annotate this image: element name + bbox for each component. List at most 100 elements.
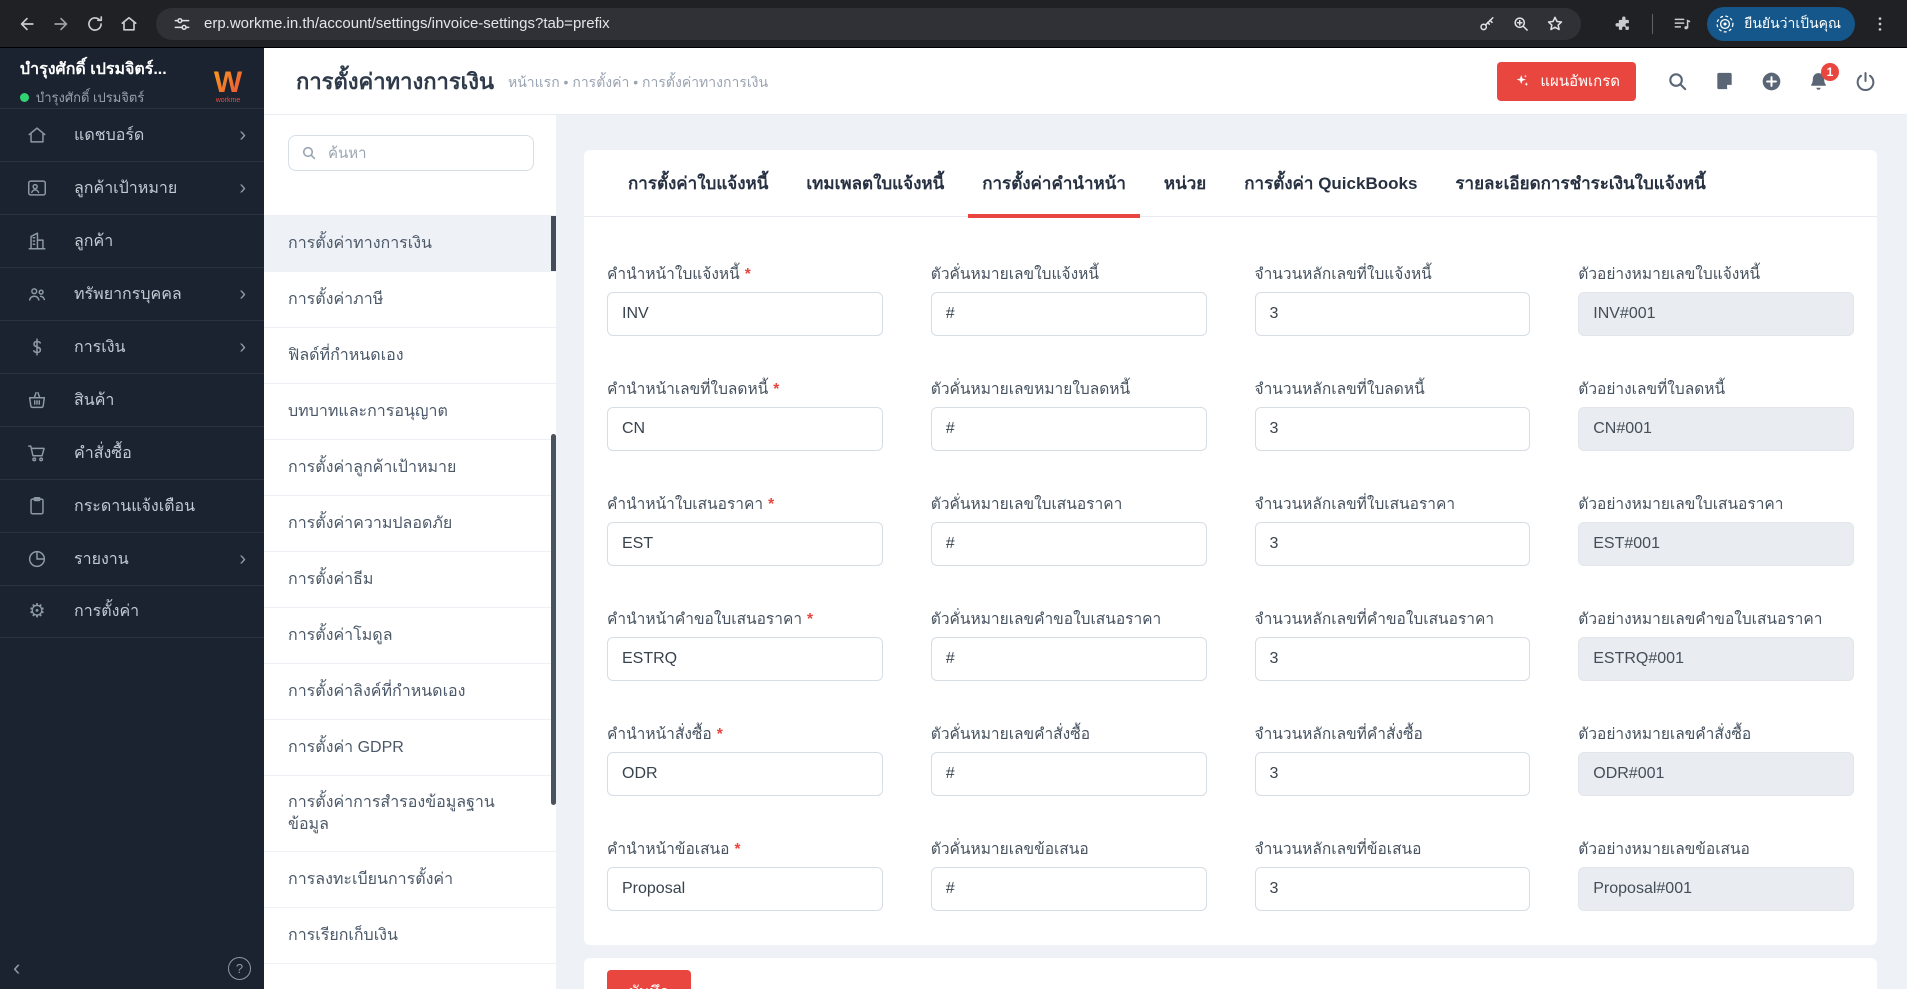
tab[interactable]: การตั้งค่าใบแจ้งหนี้ — [614, 150, 782, 217]
sidebar-item-10[interactable]: ⚙ การตั้งค่า — [0, 585, 264, 638]
field-label: ตัวคั่นหมายเลขข้อเสนอ — [930, 841, 1089, 858]
settings-menu-item[interactable]: การตั้งค่าโมดูล — [264, 608, 556, 664]
sidebar-item-8[interactable]: กระดานแจ้งเตือน — [0, 479, 264, 532]
settings-menu-item[interactable]: บทบาทและการอนุญาต — [264, 384, 556, 440]
settings-menu-item[interactable]: การตั้งค่าลิงค์ที่กำหนดเอง — [264, 664, 556, 720]
sidebar-item-6[interactable]: สินค้า — [0, 373, 264, 426]
url-bar[interactable]: erp.workme.in.th/account/settings/invoic… — [156, 7, 1581, 40]
prefix-input[interactable] — [607, 637, 883, 681]
field-label: จำนวนหลักเลขที่ใบแจ้งหนี้ — [1254, 266, 1432, 283]
example-field — [1578, 867, 1854, 911]
search-icon[interactable] — [1666, 70, 1689, 93]
sidebar-item-9[interactable]: รายงาน › — [0, 532, 264, 585]
settings-menu-item[interactable]: การตั้งค่า GDPR — [264, 720, 556, 776]
sidebar-item-5[interactable]: การเงิน › — [0, 320, 264, 373]
digits-input[interactable] — [1254, 522, 1531, 566]
separator-input[interactable] — [930, 637, 1207, 681]
prefix-input[interactable] — [607, 522, 883, 566]
separator-input[interactable] — [930, 407, 1207, 451]
user-block[interactable]: บำรุงศักดิ์ เปรมจิตร์... บำรุงศักดิ์ เปร… — [0, 48, 264, 108]
upgrade-plan-button[interactable]: แผนอัพเกรด — [1497, 61, 1636, 101]
digits-input[interactable] — [1254, 292, 1531, 336]
back-icon[interactable] — [10, 7, 44, 41]
collapse-sidebar-icon[interactable]: ‹ — [13, 957, 20, 979]
save-button[interactable]: บันทึก — [607, 970, 692, 989]
digits-input[interactable] — [1254, 637, 1531, 681]
logout-power-icon[interactable] — [1854, 70, 1877, 93]
example-field — [1578, 522, 1854, 566]
tab[interactable]: การตั้งค่าคำนำหน้า — [968, 150, 1140, 218]
browser-menu-icon[interactable] — [1863, 7, 1897, 41]
settings-search-box[interactable] — [288, 135, 534, 171]
separator-input[interactable] — [930, 292, 1207, 336]
tab-bar: การตั้งค่าใบแจ้งหนี้ เทมเพลตใบแจ้งหนี้ การ… — [584, 150, 1877, 218]
example-field — [1578, 637, 1854, 681]
breadcrumb[interactable]: หน้าแรก • การตั้งค่า • การตั้งค่าทางการเ… — [508, 68, 768, 94]
field-label: ตัวคั่นหมายเลขใบแจ้งหนี้ — [930, 266, 1099, 283]
settings-menu-item[interactable]: การตั้งค่าทางการเงิน — [264, 216, 556, 272]
settings-menu-item[interactable]: การตั้งค่าภาษี — [264, 272, 556, 328]
prefix-input[interactable] — [607, 292, 883, 336]
settings-menu-item[interactable]: การตั้งค่าการสำรองข้อมูลฐานข้อมูล — [264, 776, 556, 853]
settings-menu-item[interactable]: การลงทะเบียนการตั้งค่า — [264, 852, 556, 909]
browser-toolbar: erp.workme.in.th/account/settings/invoic… — [0, 0, 1907, 48]
separator-input[interactable] — [930, 752, 1207, 796]
home-icon[interactable] — [112, 7, 146, 41]
prefix-input[interactable] — [607, 407, 883, 451]
digits-input[interactable] — [1254, 867, 1531, 911]
tab[interactable]: การตั้งค่า QuickBooks — [1230, 150, 1431, 217]
notifications-bell-icon[interactable]: 1 — [1807, 62, 1839, 93]
settings-menu-item[interactable]: การตั้งค่าความปลอดภัย — [264, 496, 556, 552]
site-info-icon[interactable] — [168, 10, 196, 38]
zoom-icon[interactable] — [1507, 10, 1535, 38]
settings-menu-item-partial[interactable]: การตั้งค่า — [264, 183, 556, 216]
page-header: การตั้งค่าทางการเงิน หน้าแรก • การตั้งค่… — [264, 48, 1907, 115]
avatar-icon — [1714, 13, 1736, 35]
field-label: ตัวอย่างหมายเลขคำขอใบเสนอราคา — [1578, 611, 1823, 628]
field-label: ตัวคั่นหมายเลขคำสั่งซื้อ — [930, 726, 1091, 743]
notes-icon[interactable] — [1713, 70, 1736, 93]
settings-menu-item[interactable]: การตั้งค่าธีม — [264, 552, 556, 608]
cart-icon — [26, 442, 48, 464]
field-label: คำนำหน้าสั่งซื้อ * — [607, 726, 723, 743]
quick-add-icon[interactable] — [1760, 70, 1783, 93]
sidebar-item-2[interactable]: ลูกค้าเป้าหมาย › — [0, 161, 264, 214]
search-icon — [302, 146, 316, 160]
settings-search-input[interactable] — [326, 143, 521, 163]
reload-icon[interactable] — [78, 7, 112, 41]
sidebar-item-label: การเงิน — [74, 338, 126, 356]
field-label: ตัวคั่นหมายเลขคำขอใบเสนอราคา — [930, 611, 1162, 628]
tab[interactable]: หน่วย — [1150, 150, 1220, 217]
separator-input[interactable] — [930, 867, 1207, 911]
svg-text:workme: workme — [215, 97, 241, 104]
tab[interactable]: รายละเอียดการชำระเงินใบแจ้งหนี้ — [1441, 150, 1719, 217]
extensions-icon[interactable] — [1606, 7, 1640, 41]
password-key-icon[interactable] — [1473, 10, 1501, 38]
url-text[interactable]: erp.workme.in.th/account/settings/invoic… — [204, 15, 1473, 32]
chevron-right-icon: › — [239, 336, 246, 358]
settings-menu-item[interactable]: ฟิลด์ที่กำหนดเอง — [264, 328, 556, 384]
sidebar-nav: แดชบอร์ด › ลูกค้าเป้าหมาย › ลูกค้า ทรัพยากรบุ… — [0, 108, 264, 638]
forward-icon[interactable] — [44, 7, 78, 41]
tab[interactable]: เทมเพลตใบแจ้งหนี้ — [792, 150, 958, 217]
sidebar-item-label: กระดานแจ้งเตือน — [74, 497, 196, 515]
sidebar-item-7[interactable]: คำสั่งซื้อ — [0, 426, 264, 479]
profile-verify-chip[interactable]: ยืนยันว่าเป็นคุณ — [1707, 6, 1855, 41]
svg-text:W: W — [214, 66, 243, 99]
prefix-input[interactable] — [607, 867, 883, 911]
settings-menu-item[interactable]: การเรียกเก็บเงิน — [264, 908, 556, 965]
sidebar-item-3[interactable]: ลูกค้า — [0, 214, 264, 267]
sidebar-item-1[interactable]: แดชบอร์ด › — [0, 108, 264, 161]
chevron-right-icon: › — [239, 283, 246, 305]
help-icon[interactable]: ? — [228, 956, 251, 980]
form-row: คำนำหน้าใบเสนอราคา* ตัวคั่นหมายเลขใบเสนอร… — [607, 495, 1854, 566]
digits-input[interactable] — [1254, 407, 1531, 451]
settings-menu-item[interactable]: การตั้งค่าลูกค้าเป้าหมาย — [264, 440, 556, 496]
media-controls-icon[interactable] — [1665, 7, 1699, 41]
bookmark-star-icon[interactable] — [1541, 10, 1569, 38]
sidebar-item-4[interactable]: ทรัพยากรบุคคล › — [0, 267, 264, 320]
clipboard-icon — [26, 495, 48, 517]
separator-input[interactable] — [930, 522, 1207, 566]
digits-input[interactable] — [1254, 752, 1531, 796]
prefix-input[interactable] — [607, 752, 883, 796]
